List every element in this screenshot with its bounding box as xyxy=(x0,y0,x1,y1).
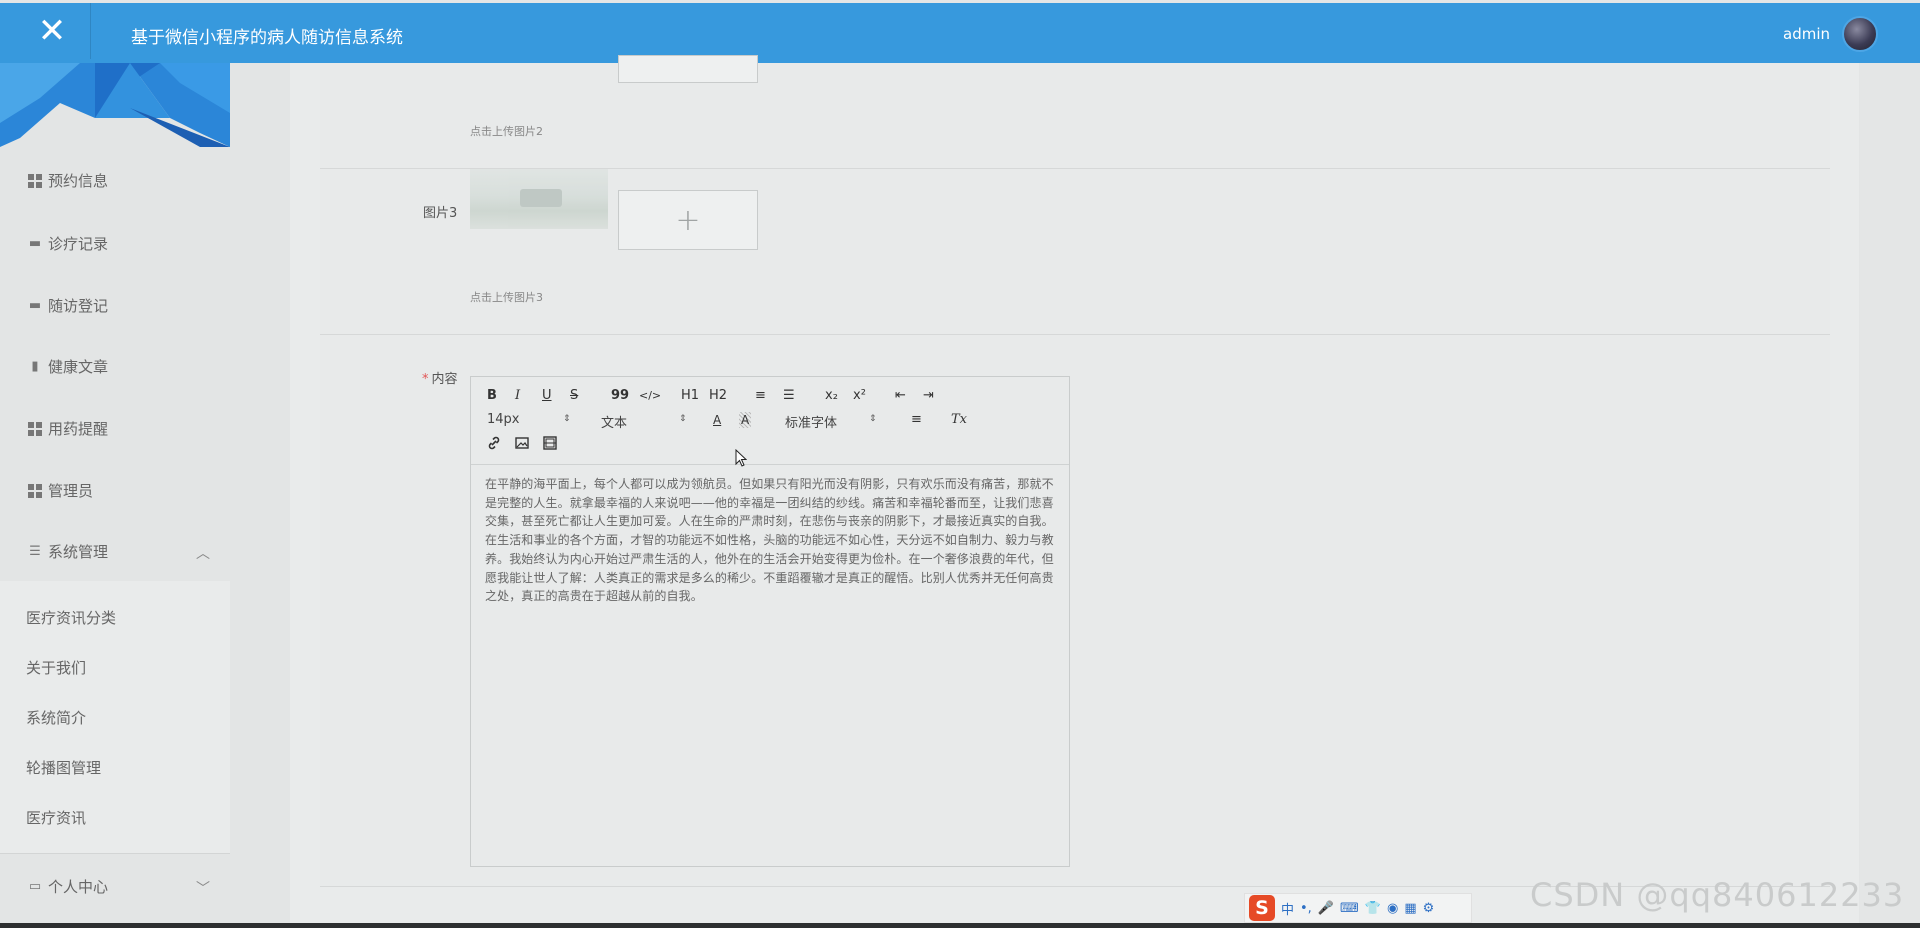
submenu-item-news[interactable]: 医疗资讯 xyxy=(26,807,86,828)
align-button[interactable]: ≡ xyxy=(911,412,922,428)
sidebar-item-followup[interactable]: ▬ 随访登记 xyxy=(28,295,108,316)
subscript-button[interactable]: x₂ xyxy=(825,388,838,404)
image2-row: 点击上传图片2 xyxy=(320,55,1830,169)
text-style-value: 文本 xyxy=(601,416,628,431)
apps-icon[interactable]: ▦ xyxy=(1404,901,1416,916)
clear-format-button[interactable]: Tx xyxy=(951,412,967,428)
image-icon[interactable] xyxy=(515,436,529,455)
sidebar-item-records[interactable]: ▬ 诊疗记录 xyxy=(28,233,108,254)
monitor-icon: ▬ xyxy=(28,235,42,251)
link-icon[interactable] xyxy=(487,436,501,455)
sogou-logo-icon[interactable]: S xyxy=(1249,895,1275,921)
sidebar-item-label: 诊疗记录 xyxy=(48,235,109,253)
sidebar-banner xyxy=(0,63,230,147)
rich-text-editor: B I U S 99 </> H1 H2 ≡ ☰ x₂ x² ⇤ ⇥ 14px … xyxy=(470,376,1070,867)
editor-toolbar: B I U S 99 </> H1 H2 ≡ ☰ x₂ x² ⇤ ⇥ 14px … xyxy=(471,377,1069,465)
taskbar-edge xyxy=(0,923,1920,928)
text-color-button[interactable]: A xyxy=(713,412,721,428)
sidebar-item-system[interactable]: ☰ 系统管理 xyxy=(28,541,108,562)
submenu-item-about[interactable]: 关于我们 xyxy=(26,657,86,678)
image3-thumbnail[interactable] xyxy=(470,169,608,229)
sidebar-item-label: 预约信息 xyxy=(48,172,109,190)
editor-content[interactable]: 在平静的海平面上，每个人都可以成为领航员。但如果只有阳光而没有阴影，只有欢乐而没… xyxy=(485,475,1060,606)
image3-upload-button[interactable]: + xyxy=(618,190,758,250)
submenu-item-news-category[interactable]: 医疗资讯分类 xyxy=(26,607,116,628)
username[interactable]: admin xyxy=(1783,25,1830,43)
italic-button[interactable]: I xyxy=(515,388,520,404)
font-size-select[interactable]: 14px ⇕ xyxy=(487,412,577,427)
box-icon: ▬ xyxy=(28,297,42,313)
sidebar-item-label: 管理员 xyxy=(48,482,94,500)
keyboard-icon[interactable]: ⌨ xyxy=(1340,901,1359,916)
plus-icon: + xyxy=(675,202,701,238)
bullet-list-button[interactable]: ☰ xyxy=(783,388,795,404)
sidebar: 预约信息 ▬ 诊疗记录 ▬ 随访登记 ▮ 健康文章 用药提醒 管理员 ☰ 系统管… xyxy=(0,63,230,928)
mouse-cursor-icon xyxy=(735,449,747,467)
sidebar-item-label: 健康文章 xyxy=(48,358,109,376)
chevron-down-icon[interactable]: ﹀ xyxy=(196,878,210,898)
id-card-icon: ▭ xyxy=(28,878,42,894)
sidebar-item-label: 系统管理 xyxy=(48,543,109,561)
code-button[interactable]: </> xyxy=(639,388,661,404)
sidebar-item-articles[interactable]: ▮ 健康文章 xyxy=(28,356,108,377)
content-label: * 内容 xyxy=(422,368,458,387)
divider xyxy=(0,853,230,854)
font-family-select[interactable]: 标准字体 ⇕ xyxy=(785,412,885,431)
ordered-list-button[interactable]: ≡ xyxy=(755,388,766,404)
video-icon[interactable] xyxy=(543,436,557,455)
avatar[interactable] xyxy=(1842,16,1878,52)
close-icon: ✕ xyxy=(37,11,67,51)
bold-button[interactable]: B xyxy=(487,388,497,404)
h1-button[interactable]: H1 xyxy=(681,388,699,404)
watermark: CSDN @qq840612233 xyxy=(1530,876,1905,914)
upload-hint: 点击上传图片2 xyxy=(470,125,543,138)
sidebar-item-medication[interactable]: 用药提醒 xyxy=(28,418,108,439)
outdent-button[interactable]: ⇤ xyxy=(895,388,906,404)
field-label: 图片3 xyxy=(423,206,458,221)
microphone-icon[interactable]: 🎤 xyxy=(1318,901,1334,916)
top-bar: ✕ 基于微信小程序的病人随访信息系统 admin xyxy=(0,3,1920,63)
select-arrow-icon: ⇕ xyxy=(679,414,687,424)
bot-icon[interactable]: ◉ xyxy=(1387,901,1398,916)
skin-icon[interactable]: 👕 xyxy=(1365,901,1381,916)
indent-button[interactable]: ⇥ xyxy=(923,388,934,404)
grid-icon xyxy=(28,421,42,436)
text-style-select[interactable]: 文本 ⇕ xyxy=(601,412,691,431)
quote-button[interactable]: 99 xyxy=(611,388,629,404)
sidebar-item-appointments[interactable]: 预约信息 xyxy=(28,170,108,191)
content-label-text: 内容 xyxy=(431,372,458,387)
superscript-button[interactable]: x² xyxy=(853,388,866,404)
chevron-up-icon[interactable]: ︿ xyxy=(196,543,210,563)
image2-upload-box[interactable] xyxy=(618,55,758,83)
font-size-value: 14px xyxy=(487,412,520,427)
sidebar-item-label: 用药提醒 xyxy=(48,420,109,438)
strike-button[interactable]: S xyxy=(570,388,578,404)
close-menu-button[interactable]: ✕ xyxy=(14,3,90,59)
sidebar-item-admins[interactable]: 管理员 xyxy=(28,480,93,501)
language-toggle[interactable]: 中 xyxy=(1281,899,1294,918)
select-arrow-icon: ⇕ xyxy=(563,414,571,424)
image3-row: 图片3 + 点击上传图片3 xyxy=(320,169,1830,335)
submenu-item-carousel[interactable]: 轮播图管理 xyxy=(26,757,101,778)
settings-icon[interactable]: ⚙ xyxy=(1423,901,1435,916)
clipboard-icon: ▮ xyxy=(31,358,39,374)
select-arrow-icon: ⇕ xyxy=(869,414,877,424)
sliders-icon: ☰ xyxy=(29,543,41,559)
sidebar-item-label: 随访登记 xyxy=(48,297,109,315)
app-title: 基于微信小程序的病人随访信息系统 xyxy=(131,28,403,48)
upload-hint: 点击上传图片3 xyxy=(470,291,543,304)
h2-button[interactable]: H2 xyxy=(709,388,727,404)
header-divider xyxy=(90,3,91,59)
underline-button[interactable]: U xyxy=(542,388,552,404)
grid-icon xyxy=(28,173,42,188)
submenu-item-intro[interactable]: 系统简介 xyxy=(26,707,86,728)
punctuation-icon[interactable]: •, xyxy=(1300,901,1312,916)
font-family-value: 标准字体 xyxy=(785,416,838,431)
grid-icon xyxy=(28,483,42,498)
background-color-button[interactable]: A xyxy=(739,412,752,428)
sidebar-item-personal-center[interactable]: ▭ 个人中心 xyxy=(28,876,108,897)
sidebar-item-label: 个人中心 xyxy=(48,878,109,896)
required-mark: * xyxy=(422,372,429,387)
ime-toolbar[interactable]: S 中 •, 🎤 ⌨ 👕 ◉ ▦ ⚙ xyxy=(1244,893,1472,923)
